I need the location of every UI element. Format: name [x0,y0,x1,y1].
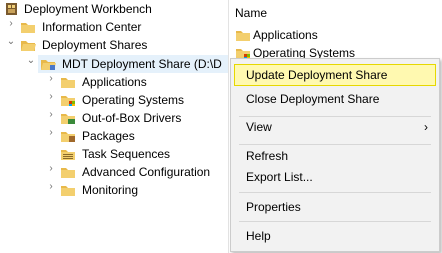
workbench-icon [4,2,20,16]
tree-item-label: Operating Systems [82,93,185,107]
chevron-right-icon[interactable]: › [46,73,56,91]
tree-item-label: MDT Deployment Share (D:\D [62,57,222,71]
menu-item-view[interactable]: View › [234,116,436,138]
folder-icon [60,183,76,197]
tree-item-label: Information Center [42,20,142,34]
tree-item-deployment-shares[interactable]: Deployment Shares [20,36,147,54]
menu-separator [239,221,431,222]
list-item-label: Applications [253,28,318,42]
tree-item-mdt-deployment-share[interactable]: MDT Deployment Share (D:\D [38,55,228,73]
packages-folder-icon [60,129,76,143]
tree-item-label: Advanced Configuration [82,165,211,179]
task-sequences-icon [60,147,76,161]
chevron-down-icon[interactable]: ⌄ [26,55,36,73]
folder-icon [20,20,36,34]
tree-item-label: Task Sequences [82,147,171,161]
menu-item-label: Close Deployment Share [246,92,380,106]
tree-item-task-sequences[interactable]: Task Sequences [60,145,170,163]
tree-item-information-center[interactable]: Information Center [20,18,141,36]
menu-item-close-deployment-share[interactable]: Close Deployment Share [234,88,436,110]
deployment-share-icon [40,57,56,71]
menu-item-label: Properties [246,200,301,214]
menu-item-properties[interactable]: Properties [234,196,436,218]
chevron-right-icon[interactable]: › [6,18,16,36]
chevron-right-icon[interactable]: › [46,127,56,145]
chevron-down-icon[interactable]: ⌄ [6,36,16,54]
tree-item-deployment-workbench[interactable]: Deployment Workbench [4,0,152,18]
tree-item-operating-systems[interactable]: Operating Systems [60,91,184,109]
context-menu: Update Deployment Share Close Deployment… [230,58,440,252]
chevron-right-icon[interactable]: › [46,181,56,199]
column-header-name[interactable]: Name [235,6,267,20]
chevron-right-icon[interactable]: › [46,163,56,181]
chevron-right-icon[interactable]: › [46,109,56,127]
menu-item-label: Refresh [246,149,289,163]
folder-icon [60,165,76,179]
list-item[interactable]: Applications [235,26,318,44]
tree-item-applications[interactable]: Applications [60,73,147,91]
tree-item-advanced-configuration[interactable]: Advanced Configuration [60,163,210,181]
os-folder-icon [60,93,76,107]
drivers-folder-icon [60,111,76,125]
tree-item-label: Monitoring [82,183,139,197]
submenu-arrow-icon: › [424,120,428,134]
menu-item-export-list[interactable]: Export List... [234,166,436,188]
menu-item-label: Export List... [246,170,313,184]
menu-item-label: View [246,120,272,134]
menu-item-label: Help [246,229,271,243]
tree-item-packages[interactable]: Packages [60,127,135,145]
navigation-tree: Deployment Workbench › Information Cente… [0,0,228,253]
tree-item-label: Applications [82,75,147,89]
tree-item-label: Deployment Shares [42,38,148,52]
folder-open-icon [20,38,36,52]
tree-item-label: Packages [82,129,135,143]
menu-item-update-deployment-share[interactable]: Update Deployment Share [234,64,436,86]
folder-icon [235,28,251,42]
menu-item-help[interactable]: Help [234,225,436,247]
tree-item-out-of-box-drivers[interactable]: Out-of-Box Drivers [60,109,181,127]
menu-separator [239,192,431,193]
tree-item-label: Out-of-Box Drivers [82,111,182,125]
tree-item-label: Deployment Workbench [24,2,152,16]
chevron-right-icon[interactable]: › [46,91,56,109]
tree-item-monitoring[interactable]: Monitoring [60,181,138,199]
folder-icon [60,75,76,89]
menu-item-refresh[interactable]: Refresh [234,145,436,167]
menu-item-label: Update Deployment Share [246,68,388,82]
